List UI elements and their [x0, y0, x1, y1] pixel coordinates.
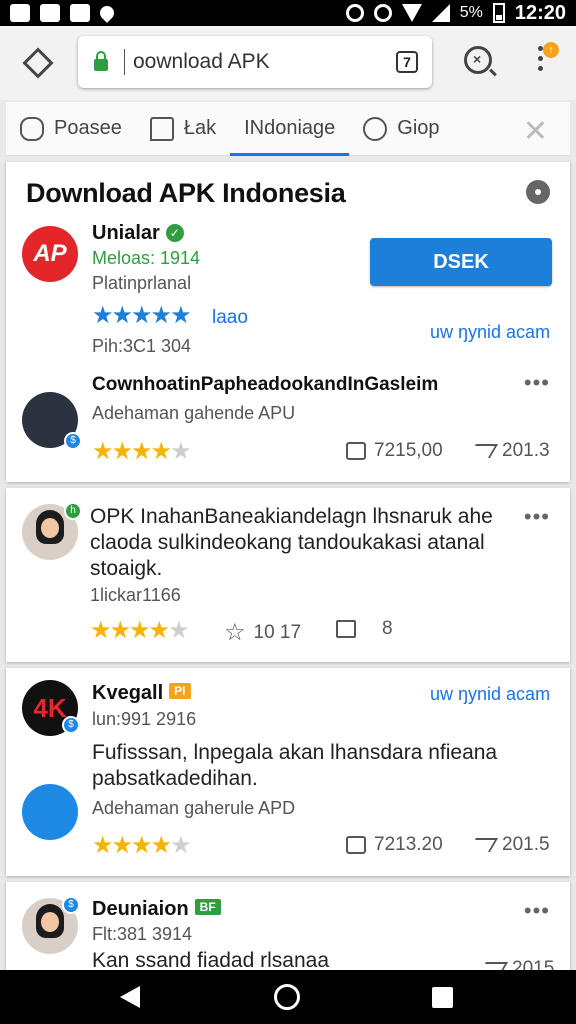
gear-icon[interactable] [526, 180, 550, 204]
share-icon [467, 838, 499, 852]
tab-label: Poasee [54, 117, 122, 139]
page-title: Download APK Indonesia [26, 178, 346, 208]
chat-icon [149, 116, 174, 141]
post-meta: lun:991 2916 [92, 709, 197, 729]
more-options-icon[interactable]: ••• [524, 370, 550, 396]
cell-signal-icon [431, 4, 450, 22]
directions-icon[interactable] [22, 47, 54, 79]
back-icon[interactable] [120, 986, 140, 1008]
post-body: OPK InahanBaneakiandelagn lhsnaruk ahe c… [90, 505, 493, 580]
image-notification-icon [40, 4, 60, 22]
app-card: Download APK Indonesia AP Unialar ✓ Meloa… [6, 162, 570, 482]
post-card: 4K $ Kvegall PI lun:991 2916 uw ŋynid aca… [6, 668, 570, 876]
rating-stars: ★★★★★ [92, 302, 192, 329]
tab-strip: Poasee Łak INdoniage Giop ✕ [6, 102, 570, 156]
location-icon [97, 3, 117, 23]
share-action[interactable]: 2015 [477, 958, 554, 970]
sync-icon [373, 4, 392, 22]
video-notification-icon [70, 4, 90, 22]
tab-indoniage[interactable]: INdoniage [230, 102, 350, 156]
star-outline-icon: ☆ [224, 619, 246, 646]
palette-icon [363, 116, 388, 141]
comment-action[interactable]: 8 [336, 618, 393, 640]
tag-badge: PI [169, 683, 191, 699]
share-action[interactable]: 201.5 [467, 834, 550, 856]
post-author[interactable]: Deuniaion BF [92, 898, 221, 921]
tab-switcher-button[interactable]: 7 [396, 51, 418, 73]
verified-icon: ✓ [165, 224, 184, 242]
badge-icon: $ [62, 716, 80, 734]
thumbs-up-icon [346, 836, 366, 854]
post-subtitle: Adehaman gahende APU [92, 403, 296, 423]
badge-icon: $ [62, 896, 80, 914]
tab-giop[interactable]: Giop [349, 102, 453, 156]
text-cursor [124, 49, 125, 75]
post-rating-stars: ★★★★★ [90, 617, 190, 644]
status-bar: 5% 12:20 [0, 0, 576, 26]
mail-notification-icon [10, 4, 30, 22]
rating-text: laao [212, 307, 248, 328]
badge-icon: $ [64, 432, 82, 450]
post-body: Kan ssand fiadad rlsanaa [92, 949, 329, 970]
post-meta: 1lickar1166 [90, 585, 181, 605]
zoom-search-icon[interactable]: × [464, 46, 492, 74]
url-text[interactable]: oownload APK [133, 50, 270, 74]
recent-apps-icon[interactable] [432, 987, 453, 1008]
tag-badge: BF [194, 899, 221, 915]
share-action[interactable]: 201.3 [467, 440, 550, 462]
post-subtitle: Adehaman gaherule APD [92, 798, 296, 818]
tab-label: Giop [397, 117, 440, 139]
app-platform: Platinprlanal [92, 273, 192, 293]
post-card: h ••• OPK InahanBaneakiandelagn lhsnaruk… [6, 488, 570, 662]
more-options-icon[interactable]: ••• [524, 898, 550, 924]
app-downloads: Meloas: 1914 [92, 248, 201, 268]
close-icon[interactable]: ✕ [523, 114, 548, 149]
app-pin: Pih:3C1 304 [92, 336, 192, 356]
home-icon[interactable] [274, 984, 300, 1010]
app-avatar[interactable] [22, 784, 78, 840]
puzzle-icon [20, 116, 44, 141]
share-icon [467, 444, 499, 458]
share-icon [477, 962, 509, 970]
clock: 12:20 [514, 1, 566, 24]
like-action[interactable]: 7215,00 [346, 440, 443, 462]
post-rating-stars: ★★★★★ [92, 832, 192, 859]
tab-label: Łak [183, 117, 217, 139]
alarm-icon [345, 4, 364, 22]
comment-icon [336, 620, 356, 638]
like-action[interactable]: 7213.20 [346, 834, 443, 856]
app-link[interactable]: uw ŋynid acam [430, 322, 550, 343]
tab-label: INdoniage [244, 117, 336, 139]
wifi-icon [401, 4, 422, 22]
post-card: $ Deuniaion BF ••• Flt:381 3914 Kan ssand… [6, 882, 570, 970]
app-name[interactable]: Unialar ✓ [92, 222, 184, 245]
battery-icon [492, 3, 505, 23]
post-meta: Flt:381 3914 [92, 924, 193, 944]
battery-percent: 5% [459, 4, 483, 21]
tab-lak[interactable]: Łak [136, 102, 230, 156]
post-author[interactable]: Kvegall PI [92, 682, 191, 705]
browser-toolbar: oownload APK 7 × ↑ [0, 26, 576, 100]
thumbs-up-icon [346, 442, 366, 460]
address-bar[interactable]: oownload APK 7 [78, 36, 432, 88]
app-avatar[interactable]: AP [22, 226, 78, 282]
post-rating-stars: ★★★★★ [92, 438, 192, 465]
badge-icon: h [64, 502, 82, 520]
post-title[interactable]: CownhoatinPapheadookandInGasleim [92, 374, 438, 396]
system-navigation-bar [0, 970, 576, 1024]
download-button[interactable]: DSEK [370, 238, 552, 286]
tab-poasee[interactable]: Poasee [6, 102, 136, 156]
update-badge: ↑ [543, 42, 559, 58]
post-link[interactable]: uw ŋynid acam [430, 684, 550, 705]
lock-icon [94, 51, 108, 71]
post-body: Fufisssan, lnpegala akan lhansdara nfiea… [92, 741, 498, 790]
favorite-action[interactable]: ☆ 10 17 [224, 618, 301, 647]
